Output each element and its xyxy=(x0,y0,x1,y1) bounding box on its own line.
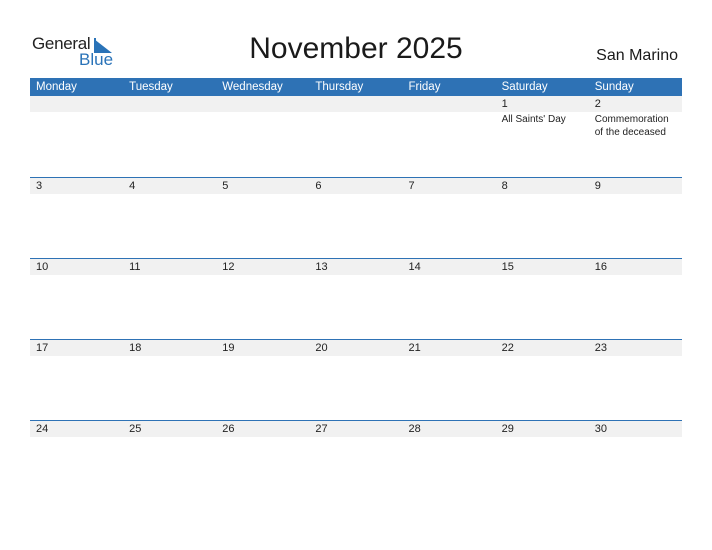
day-cell: 17 xyxy=(30,340,123,420)
day-cell: 6 xyxy=(309,178,402,258)
day-number: 21 xyxy=(408,342,421,354)
day-number: 9 xyxy=(594,180,601,192)
day-cell: 13 xyxy=(309,259,402,339)
day-cell: 9 xyxy=(589,178,682,258)
day-cell: 21 xyxy=(403,340,496,420)
day-cell: 15 xyxy=(496,259,589,339)
week-row: 3 4 5 6 7 8 9 xyxy=(30,177,682,258)
day-cell: 20 xyxy=(309,340,402,420)
day-cell: 7 xyxy=(403,178,496,258)
day-number: 26 xyxy=(222,423,235,435)
day-cell: 8 xyxy=(496,178,589,258)
day-cell: 1 All Saints' Day xyxy=(496,96,589,177)
day-cell: 22 xyxy=(496,340,589,420)
day-number xyxy=(409,96,496,112)
day-number: 25 xyxy=(129,423,142,435)
day-cell: 4 xyxy=(123,178,216,258)
weekday-tuesday: Tuesday xyxy=(129,81,173,93)
day-number xyxy=(222,96,309,112)
day-cell xyxy=(216,96,309,177)
day-cell: 11 xyxy=(123,259,216,339)
day-number: 29 xyxy=(501,423,514,435)
day-number: 22 xyxy=(501,342,514,354)
day-cell: 10 xyxy=(30,259,123,339)
day-cell: 12 xyxy=(216,259,309,339)
day-number: 10 xyxy=(36,261,49,273)
day-cell: 3 xyxy=(30,178,123,258)
weekday-header: Monday Tuesday Wednesday Thursday Friday… xyxy=(30,78,682,96)
day-cell: 25 xyxy=(123,421,216,501)
day-number: 18 xyxy=(129,342,142,354)
day-number: 13 xyxy=(315,261,328,273)
day-cell: 29 xyxy=(496,421,589,501)
day-number: 20 xyxy=(315,342,328,354)
day-number: 19 xyxy=(222,342,235,354)
day-number: 4 xyxy=(129,180,136,192)
day-number: 5 xyxy=(222,180,229,192)
calendar-grid: Monday Tuesday Wednesday Thursday Friday… xyxy=(30,78,682,501)
holiday-label: All Saints' Day xyxy=(501,114,566,125)
day-cell: 28 xyxy=(403,421,496,501)
weeks-container: 1 All Saints' Day 2 Commemoration of the de… xyxy=(30,96,682,501)
day-number xyxy=(129,96,216,112)
day-cell: 5 xyxy=(216,178,309,258)
day-number: 6 xyxy=(315,180,322,192)
day-cell: 30 xyxy=(589,421,682,501)
week-row: 17 18 19 20 21 22 23 xyxy=(30,339,682,420)
day-cell: 19 xyxy=(216,340,309,420)
day-number: 16 xyxy=(594,261,607,273)
day-number xyxy=(315,96,402,112)
weekday-saturday: Saturday xyxy=(501,81,548,93)
day-number: 8 xyxy=(501,180,508,192)
holiday-label: Commemoration of the deceased xyxy=(594,114,669,138)
day-number: 1 xyxy=(501,98,508,110)
day-cell: 2 Commemoration of the deceased xyxy=(589,96,682,177)
day-cell: 24 xyxy=(30,421,123,501)
weekday-thursday: Thursday xyxy=(315,81,364,93)
day-number: 27 xyxy=(315,423,328,435)
country-label: San Marino xyxy=(596,47,678,64)
day-number: 30 xyxy=(594,423,607,435)
weekday-monday: Monday xyxy=(36,81,77,93)
day-number: 14 xyxy=(408,261,421,273)
day-cell: 14 xyxy=(403,259,496,339)
day-cell: 16 xyxy=(589,259,682,339)
day-number: 23 xyxy=(594,342,607,354)
day-number: 28 xyxy=(408,423,421,435)
day-number: 3 xyxy=(36,180,43,192)
weekday-friday: Friday xyxy=(408,81,441,93)
day-number: 15 xyxy=(501,261,514,273)
week-row: 10 11 12 13 14 15 16 xyxy=(30,258,682,339)
day-cell xyxy=(403,96,496,177)
weekday-sunday: Sunday xyxy=(594,81,634,93)
week-row: 1 All Saints' Day 2 Commemoration of the de… xyxy=(30,96,682,177)
day-number: 12 xyxy=(222,261,235,273)
day-number: 2 xyxy=(594,98,601,110)
day-number: 7 xyxy=(408,180,415,192)
day-cell: 23 xyxy=(589,340,682,420)
day-number xyxy=(36,96,123,112)
day-number: 11 xyxy=(129,261,141,273)
day-cell xyxy=(309,96,402,177)
day-cell xyxy=(123,96,216,177)
day-cell: 27 xyxy=(309,421,402,501)
day-cell: 18 xyxy=(123,340,216,420)
day-cell: 26 xyxy=(216,421,309,501)
weekday-wednesday: Wednesday xyxy=(222,81,283,93)
week-row: 24 25 26 27 28 29 30 xyxy=(30,420,682,501)
day-number: 24 xyxy=(36,423,49,435)
day-number: 17 xyxy=(36,342,49,354)
day-cell xyxy=(30,96,123,177)
